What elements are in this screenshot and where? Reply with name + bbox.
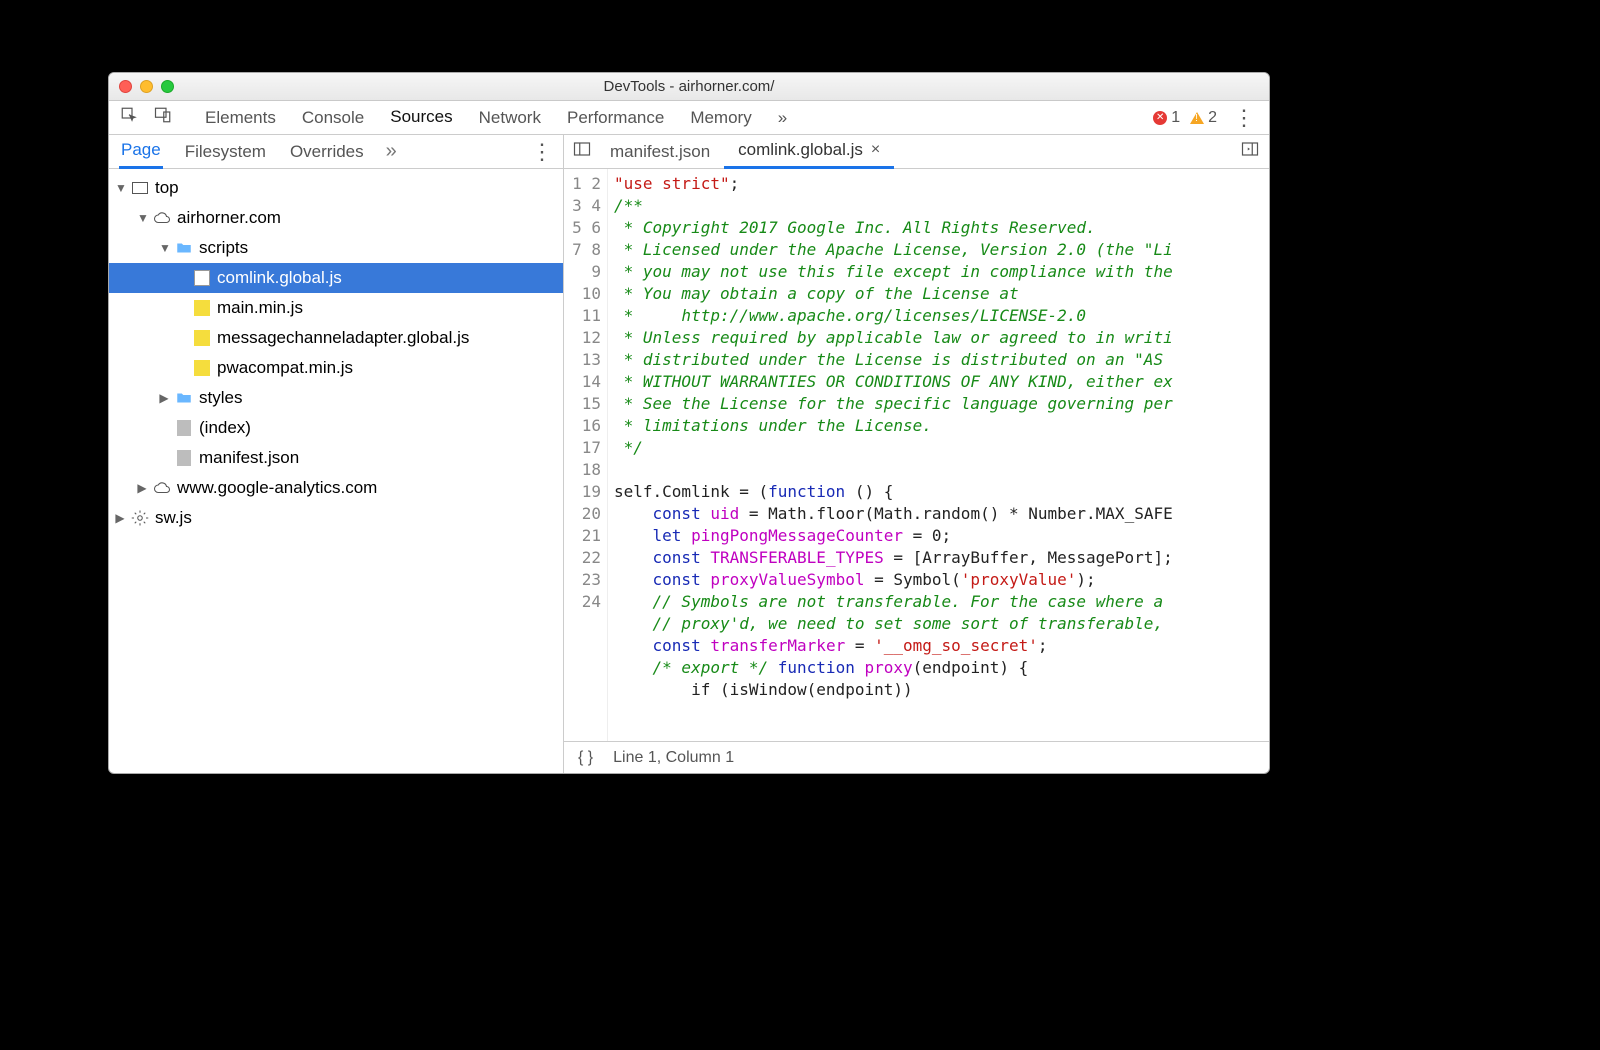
navigator-tab-page[interactable]: Page [119, 134, 163, 169]
editor-area: manifest.json comlink.global.js × 1 2 3 … [564, 135, 1269, 773]
navigator-overflow-icon[interactable]: ⋮ [531, 139, 553, 165]
device-toggle-icon[interactable] [151, 106, 175, 129]
error-count: 1 [1171, 109, 1180, 127]
caret-down-icon: ▼ [159, 241, 169, 255]
navigator-tabs: Page Filesystem Overrides » ⋮ [109, 135, 563, 169]
navigator-tab-filesystem[interactable]: Filesystem [183, 136, 268, 168]
js-file-icon [193, 359, 211, 377]
document-icon [175, 449, 193, 467]
tree-label: manifest.json [199, 448, 299, 468]
cursor-position: Line 1, Column 1 [613, 749, 734, 767]
toggle-debugger-sidebar-icon[interactable] [1231, 140, 1269, 163]
window-title: DevTools - airhorner.com/ [109, 78, 1269, 95]
main-toolbar: Elements Console Sources Network Perform… [109, 101, 1269, 135]
editor-tab-comlink[interactable]: comlink.global.js × [724, 134, 894, 169]
pretty-print-icon[interactable]: { } [578, 749, 593, 767]
tab-sources[interactable]: Sources [390, 103, 452, 133]
tree-label: pwacompat.min.js [217, 358, 353, 378]
cloud-icon [153, 479, 171, 497]
tree-label: top [155, 178, 179, 198]
editor-tab-label: comlink.global.js [738, 140, 863, 160]
tree-label: sw.js [155, 508, 192, 528]
tree-file-mainmin[interactable]: main.min.js [109, 293, 563, 323]
folder-icon [175, 389, 193, 407]
more-panels[interactable]: » [778, 104, 787, 132]
gear-icon [131, 509, 149, 527]
tree-label: www.google-analytics.com [177, 478, 377, 498]
editor-tab-label: manifest.json [610, 142, 710, 162]
devtools-window: DevTools - airhorner.com/ Elements Conso… [108, 72, 1270, 774]
tree-folder-scripts[interactable]: ▼ scripts [109, 233, 563, 263]
js-file-icon [193, 269, 211, 287]
navigator-sidebar: Page Filesystem Overrides » ⋮ ▼ top ▼ ai… [109, 135, 564, 773]
error-icon: ✕ [1153, 111, 1167, 125]
error-indicator[interactable]: ✕ 1 [1153, 109, 1180, 127]
tree-top[interactable]: ▼ top [109, 173, 563, 203]
tree-sw[interactable]: ▶ sw.js [109, 503, 563, 533]
caret-down-icon: ▼ [115, 181, 125, 195]
tab-performance[interactable]: Performance [567, 104, 664, 132]
tree-label: messagechanneladapter.global.js [217, 328, 469, 348]
cloud-icon [153, 209, 171, 227]
code-viewport[interactable]: 1 2 3 4 5 6 7 8 9 10 11 12 13 14 15 16 1… [564, 169, 1269, 741]
caret-down-icon: ▼ [137, 211, 147, 225]
document-icon [175, 419, 193, 437]
file-tree: ▼ top ▼ airhorner.com ▼ scripts comlink.… [109, 169, 563, 773]
line-gutter: 1 2 3 4 5 6 7 8 9 10 11 12 13 14 15 16 1… [564, 169, 608, 741]
navigator-tab-overrides[interactable]: Overrides [288, 136, 366, 168]
inspect-icon[interactable] [117, 106, 141, 129]
tree-file-index[interactable]: (index) [109, 413, 563, 443]
overflow-menu-icon[interactable]: ⋮ [1227, 105, 1261, 131]
caret-right-icon: ▶ [159, 391, 169, 405]
tab-elements[interactable]: Elements [205, 104, 276, 132]
navigator-more[interactable]: » [386, 140, 397, 163]
tab-network[interactable]: Network [479, 104, 541, 132]
tree-label: scripts [199, 238, 248, 258]
tree-label: main.min.js [217, 298, 303, 318]
tab-memory[interactable]: Memory [690, 104, 751, 132]
frame-icon [131, 179, 149, 197]
js-file-icon [193, 329, 211, 347]
caret-right-icon: ▶ [137, 481, 147, 495]
tree-origin-ga[interactable]: ▶ www.google-analytics.com [109, 473, 563, 503]
devtools-panel-tabs: Elements Console Sources Network Perform… [205, 103, 787, 133]
tree-label: styles [199, 388, 242, 408]
tree-file-manifest[interactable]: manifest.json [109, 443, 563, 473]
warning-count: 2 [1208, 109, 1217, 127]
tree-file-pwacompat[interactable]: pwacompat.min.js [109, 353, 563, 383]
tree-file-msgchan[interactable]: messagechanneladapter.global.js [109, 323, 563, 353]
caret-right-icon: ▶ [115, 511, 125, 525]
code-content: "use strict"; /** * Copyright 2017 Googl… [608, 169, 1269, 741]
editor-tab-manifest[interactable]: manifest.json [596, 136, 724, 168]
warning-icon [1190, 112, 1204, 124]
toggle-navigator-icon[interactable] [568, 140, 596, 163]
tab-console[interactable]: Console [302, 104, 364, 132]
folder-icon [175, 239, 193, 257]
tree-file-comlink[interactable]: comlink.global.js [109, 263, 563, 293]
tree-label: comlink.global.js [217, 268, 342, 288]
titlebar: DevTools - airhorner.com/ [109, 73, 1269, 101]
warning-indicator[interactable]: 2 [1190, 109, 1217, 127]
tree-folder-styles[interactable]: ▶ styles [109, 383, 563, 413]
tree-label: airhorner.com [177, 208, 281, 228]
editor-statusbar: { } Line 1, Column 1 [564, 741, 1269, 773]
editor-tabs: manifest.json comlink.global.js × [564, 135, 1269, 169]
js-file-icon [193, 299, 211, 317]
tree-origin[interactable]: ▼ airhorner.com [109, 203, 563, 233]
tree-label: (index) [199, 418, 251, 438]
close-tab-icon[interactable]: × [871, 141, 880, 159]
